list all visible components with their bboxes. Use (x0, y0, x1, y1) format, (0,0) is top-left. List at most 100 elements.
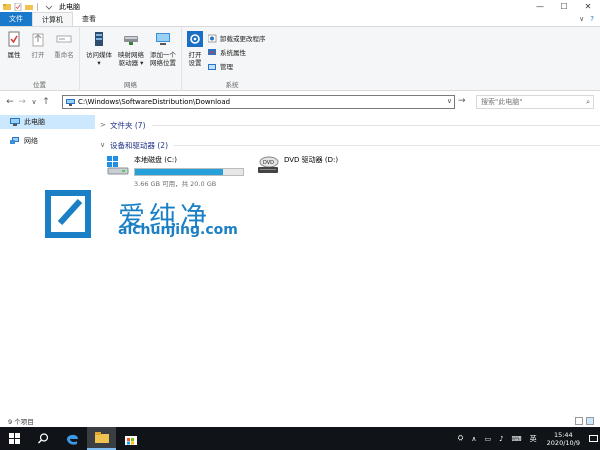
address-history-dropdown[interactable]: ∨ (447, 97, 452, 105)
folders-section-header[interactable]: > 文件夹 (7) (100, 118, 600, 132)
open-label: 打开 (31, 51, 45, 59)
taskbar-search-icon (38, 433, 49, 444)
devices-section-header[interactable]: ∨ 设备和驱动器 (2) (100, 138, 600, 152)
address-input[interactable] (78, 98, 438, 106)
drive-d-info: DVD 驱动器 (D:) (284, 155, 338, 175)
tab-file[interactable]: 文件 (0, 12, 32, 26)
go-button[interactable]: → (458, 96, 466, 106)
details-view-button[interactable] (575, 417, 583, 425)
open-settings-button[interactable]: 打开 设置 (184, 31, 206, 67)
rename-icon (56, 35, 72, 43)
open-icon (32, 33, 44, 47)
system-properties-label: 系统属性 (220, 49, 246, 57)
system-group-label: 系统 (225, 81, 239, 89)
address-bar[interactable]: ∨ (62, 95, 455, 109)
search-icon[interactable]: ⌕ (586, 98, 590, 107)
open-settings-label-1: 打开 (188, 51, 202, 59)
add-network-location-button[interactable]: 添加一个 网络位置 (148, 31, 178, 67)
map-drive-label-1: 映射网络 (118, 51, 144, 59)
open-button[interactable]: 打开 (28, 31, 48, 59)
content-pane: > 文件夹 (7) ∨ 设备和驱动器 (2) 本地磁盘 (C:) 3.66 GB… (96, 115, 600, 415)
notification-center-button[interactable] (586, 427, 600, 450)
drive-d[interactable]: DVD DVD 驱动器 (D:) (256, 155, 338, 175)
store-bag-icon (124, 435, 137, 445)
search-taskbar-button[interactable] (29, 427, 58, 450)
ribbon-collapse-icon[interactable]: ∨ (579, 15, 584, 23)
manage-button[interactable]: 管理 (208, 61, 233, 71)
minimize-button[interactable]: — (528, 0, 552, 13)
tray-chevron-up-icon[interactable]: ∧ (471, 435, 476, 443)
large-icons-view-button[interactable] (586, 417, 594, 425)
chevron-down-icon: ∨ (100, 141, 106, 149)
computer-icon (10, 118, 20, 126)
uninstall-programs-button[interactable]: 卸载或更改程序 (208, 33, 266, 43)
tab-computer[interactable]: 计算机 (32, 12, 73, 26)
edge-taskbar-button[interactable] (58, 427, 87, 450)
tray-person-icon[interactable]: ⛭ (458, 434, 464, 443)
system-properties-button[interactable]: 系统属性 (208, 47, 246, 57)
dvd-drive-icon: DVD (258, 156, 279, 173)
map-network-drive-button[interactable]: 映射网络 驱动器 ▾ (116, 31, 146, 67)
drive-c-info: 本地磁盘 (C:) 3.66 GB 可用，共 20.0 GB (134, 155, 244, 188)
tray-date: 2020/10/9 (546, 438, 580, 447)
uninstall-label: 卸载或更改程序 (220, 35, 266, 43)
forward-button[interactable]: → (16, 97, 28, 107)
window-title: 此电脑 (59, 2, 80, 11)
explorer-icon[interactable] (3, 3, 11, 11)
quick-access-dropdown-icon[interactable] (45, 3, 53, 11)
search-input[interactable] (481, 98, 581, 106)
close-button[interactable]: ✕ (576, 0, 600, 13)
system-properties-icon (208, 48, 216, 55)
recent-locations-button[interactable]: ∨ (28, 98, 40, 106)
file-explorer-taskbar-button[interactable] (87, 427, 116, 450)
network-group: 访问媒体 ▾ 映射网络 驱动器 ▾ 添加一个 网络位置 网络 (80, 27, 182, 91)
address-computer-icon (66, 98, 75, 106)
drive-c-usage-fill (135, 169, 224, 175)
devices-section-label: 设备和驱动器 (2) (110, 140, 169, 150)
store-taskbar-button[interactable] (116, 427, 145, 450)
start-button[interactable] (0, 427, 29, 450)
properties-button[interactable]: 属性 (4, 31, 24, 59)
up-button[interactable]: ↑ (40, 97, 52, 107)
manage-label: 管理 (220, 63, 233, 71)
uninstall-icon (208, 34, 217, 42)
watermark-url: aichunjing.com (118, 222, 238, 238)
properties-quick-icon[interactable] (14, 2, 22, 11)
rename-button[interactable]: 重命名 (52, 31, 76, 59)
tray-clock[interactable]: 15:44 2020/10/9 (547, 431, 580, 447)
tray-network-icon[interactable]: ▭ (484, 435, 491, 443)
windows-drive-icon (107, 156, 129, 175)
help-icon[interactable]: ? (590, 15, 594, 23)
tray-ime-indicator[interactable]: 英 (530, 434, 537, 444)
window-controls: — ☐ ✕ (528, 0, 600, 13)
access-media-button[interactable]: 访问媒体 ▾ (84, 31, 114, 67)
properties-label: 属性 (7, 51, 21, 59)
location-group-label: 位置 (33, 81, 46, 89)
properties-icon (8, 31, 20, 47)
svg-text:DVD: DVD (263, 160, 274, 166)
drive-c[interactable]: 本地磁盘 (C:) 3.66 GB 可用，共 20.0 GB (106, 155, 244, 188)
nav-item-network[interactable]: 网络 (0, 134, 95, 148)
navigation-pane: 此电脑 网络 (0, 115, 95, 415)
media-server-icon (95, 32, 103, 46)
search-box[interactable]: ⌕ (476, 95, 594, 109)
tray-keyboard-icon[interactable]: ⌨ (512, 435, 522, 443)
access-media-label-2: ▾ (97, 59, 101, 67)
maximize-button[interactable]: ☐ (552, 0, 576, 13)
nav-item-this-pc[interactable]: 此电脑 (0, 115, 95, 129)
edge-browser-icon (67, 434, 78, 445)
access-media-label-1: 访问媒体 (86, 51, 112, 59)
title-separator (37, 2, 38, 11)
manage-icon (208, 63, 216, 70)
tray-volume-icon[interactable]: ♪ (499, 435, 503, 443)
back-button[interactable]: ← (4, 97, 16, 107)
ribbon: 属性 打开 重命名 位置 访问媒体 ▾ 映射网络 驱动器 ▾ 添加一个 网络位置… (0, 27, 600, 91)
navigation-bar: ← → ∨ ↑ ∨ → ⌕ (0, 93, 600, 111)
chevron-right-icon: > (100, 121, 106, 129)
view-switcher (575, 417, 594, 425)
tab-view[interactable]: 查看 (73, 12, 105, 26)
map-drive-label-2: 驱动器 ▾ (118, 59, 144, 67)
system-tray: ⛭ ∧ ▭ ♪ ⌨ 英 15:44 2020/10/9 (454, 427, 600, 450)
new-folder-quick-icon[interactable] (25, 3, 33, 11)
network-drive-icon (124, 36, 138, 45)
